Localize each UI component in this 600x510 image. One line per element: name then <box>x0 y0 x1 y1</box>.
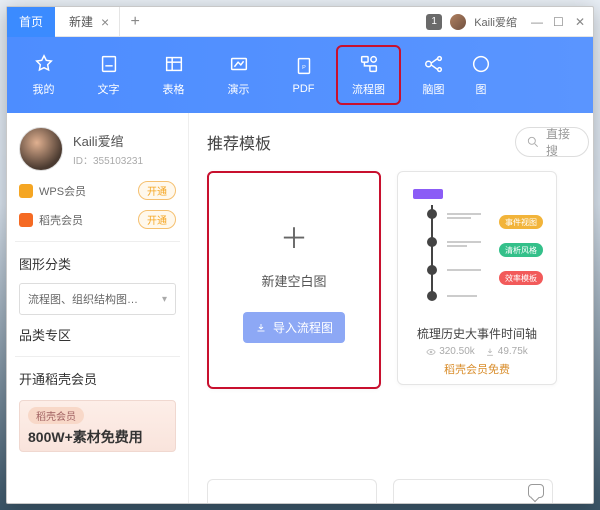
profile-name: Kaili爱绾 <box>73 131 143 150</box>
tool-sheet[interactable]: 表格 <box>141 45 206 105</box>
download-icon <box>485 347 495 357</box>
tool-slides[interactable]: 演示 <box>206 45 271 105</box>
slides-icon <box>228 53 250 75</box>
star-icon <box>33 53 55 75</box>
mindmap-icon <box>423 53 445 75</box>
import-icon <box>255 322 267 334</box>
shield-icon <box>19 213 33 227</box>
close-icon[interactable]: × <box>101 14 109 30</box>
tool-doc[interactable]: 文字 <box>76 45 141 105</box>
tool-label: 流程图 <box>352 81 385 97</box>
tool-label: 文字 <box>98 81 120 97</box>
body: Kaili爱绾 ID：355103231 WPS会员 开通 稻壳会员 开通 <box>7 113 593 503</box>
views-count: 320.50k <box>439 346 475 357</box>
blank-label: 新建空白图 <box>261 271 326 290</box>
open-wps-button[interactable]: 开通 <box>138 181 176 200</box>
new-blank-card[interactable]: ＋ 新建空白图 导入流程图 <box>207 171 381 389</box>
titlebar-right: 1 Kaili爱绾 — ☐ ✕ <box>426 14 593 30</box>
plus-icon: ＋ <box>280 217 308 257</box>
template-cards: ＋ 新建空白图 导入流程图 <box>207 171 589 389</box>
flowchart-icon <box>358 53 380 75</box>
chevron-down-icon: ▾ <box>162 294 167 305</box>
eye-icon <box>426 347 436 357</box>
vip-title: 开通稻壳会员 <box>19 369 176 388</box>
avatar <box>19 127 63 171</box>
new-tab-button[interactable]: + <box>120 13 150 31</box>
profile[interactable]: Kaili爱绾 ID：355103231 <box>19 127 176 171</box>
titlebar-username: Kaili爱绾 <box>474 14 517 30</box>
select-value: 流程图、组织结构图… <box>28 291 138 307</box>
sidebar: Kaili爱绾 ID：355103231 WPS会员 开通 稻壳会员 开通 <box>7 113 189 503</box>
import-label: 导入流程图 <box>273 319 333 336</box>
member-label: 稻壳会员 <box>39 212 83 228</box>
notification-badge[interactable]: 1 <box>426 14 442 30</box>
category-toolbar: 我的 文字 表格 演示 P PDF 流程图 脑图 图 <box>7 37 593 113</box>
tool-flowchart[interactable]: 流程图 <box>336 45 401 105</box>
circle-icon <box>470 53 492 75</box>
scrollbar[interactable] <box>579 141 589 499</box>
tool-label: PDF <box>293 83 315 95</box>
divider <box>15 356 180 357</box>
tool-label: 图 <box>476 81 487 97</box>
tab-new[interactable]: 新建 × <box>55 7 120 37</box>
close-window-icon[interactable]: ✕ <box>575 16 587 28</box>
tool-mine[interactable]: 我的 <box>11 45 76 105</box>
tool-label: 表格 <box>163 81 185 97</box>
tool-pdf[interactable]: P PDF <box>271 45 336 105</box>
promo-headline: 800W+素材免费用 <box>28 427 167 447</box>
member-wps: WPS会员 开通 <box>19 181 176 200</box>
profile-id: ID：355103231 <box>73 152 143 167</box>
minimize-icon[interactable]: — <box>531 16 543 28</box>
template-thumb: 事件视图 清析风格 效率模板 <box>403 179 551 319</box>
promo-tag: 稻壳会员 <box>28 407 84 424</box>
pdf-icon: P <box>293 55 315 77</box>
template-title: 梳理历史大事件时间轴 <box>409 325 545 342</box>
avatar-small[interactable] <box>450 14 466 30</box>
section-title: 推荐模板 <box>207 130 271 154</box>
template-card-partial[interactable] <box>207 479 377 503</box>
template-card-partial[interactable] <box>393 479 553 503</box>
category-title: 图形分类 <box>19 254 176 273</box>
member-docer: 稻壳会员 开通 <box>19 210 176 229</box>
search-placeholder: 直接搜 <box>546 127 578 157</box>
open-docer-button[interactable]: 开通 <box>138 210 176 229</box>
tab-label: 新建 <box>69 13 93 30</box>
tool-label: 演示 <box>228 81 250 97</box>
tool-label: 脑图 <box>423 81 445 97</box>
chat-icon[interactable] <box>528 484 544 498</box>
tool-label: 我的 <box>33 81 55 97</box>
shield-icon <box>19 184 33 198</box>
search-icon <box>526 135 540 149</box>
promo-banner[interactable]: 稻壳会员 800W+素材免费用 <box>19 400 176 452</box>
titlebar: 首页 新建 × + 1 Kaili爱绾 — ☐ ✕ <box>7 7 593 37</box>
zone-title: 品类专区 <box>19 325 176 344</box>
category-select[interactable]: 流程图、组织结构图… ▾ <box>19 283 176 315</box>
doc-icon <box>98 53 120 75</box>
thumb-pill: 事件视图 <box>499 215 543 229</box>
thumb-pill: 效率模板 <box>499 271 543 285</box>
template-card[interactable]: 事件视图 清析风格 效率模板 梳理历史大事件时间轴 320.50k 49.75k… <box>397 171 557 385</box>
svg-text:P: P <box>302 65 306 71</box>
template-stats: 320.50k 49.75k <box>418 342 536 361</box>
import-flowchart-button[interactable]: 导入流程图 <box>243 312 345 343</box>
maximize-icon[interactable]: ☐ <box>553 16 565 28</box>
app-window: 首页 新建 × + 1 Kaili爱绾 — ☐ ✕ 我的 文字 <box>6 6 594 504</box>
tool-mindmap[interactable]: 脑图 <box>401 45 466 105</box>
member-label: WPS会员 <box>39 183 86 199</box>
search-input[interactable]: 直接搜 <box>515 127 589 157</box>
template-foot: 稻壳会员免费 <box>436 361 518 383</box>
sheet-icon <box>163 53 185 75</box>
main: 推荐模板 直接搜 ＋ 新建空白图 导入流程图 <box>189 113 593 503</box>
downloads-count: 49.75k <box>498 346 528 357</box>
divider <box>15 241 180 242</box>
bottom-row <box>207 479 553 503</box>
tool-more[interactable]: 图 <box>466 45 496 105</box>
tab-home[interactable]: 首页 <box>7 7 55 37</box>
thumb-pill: 清析风格 <box>499 243 543 257</box>
